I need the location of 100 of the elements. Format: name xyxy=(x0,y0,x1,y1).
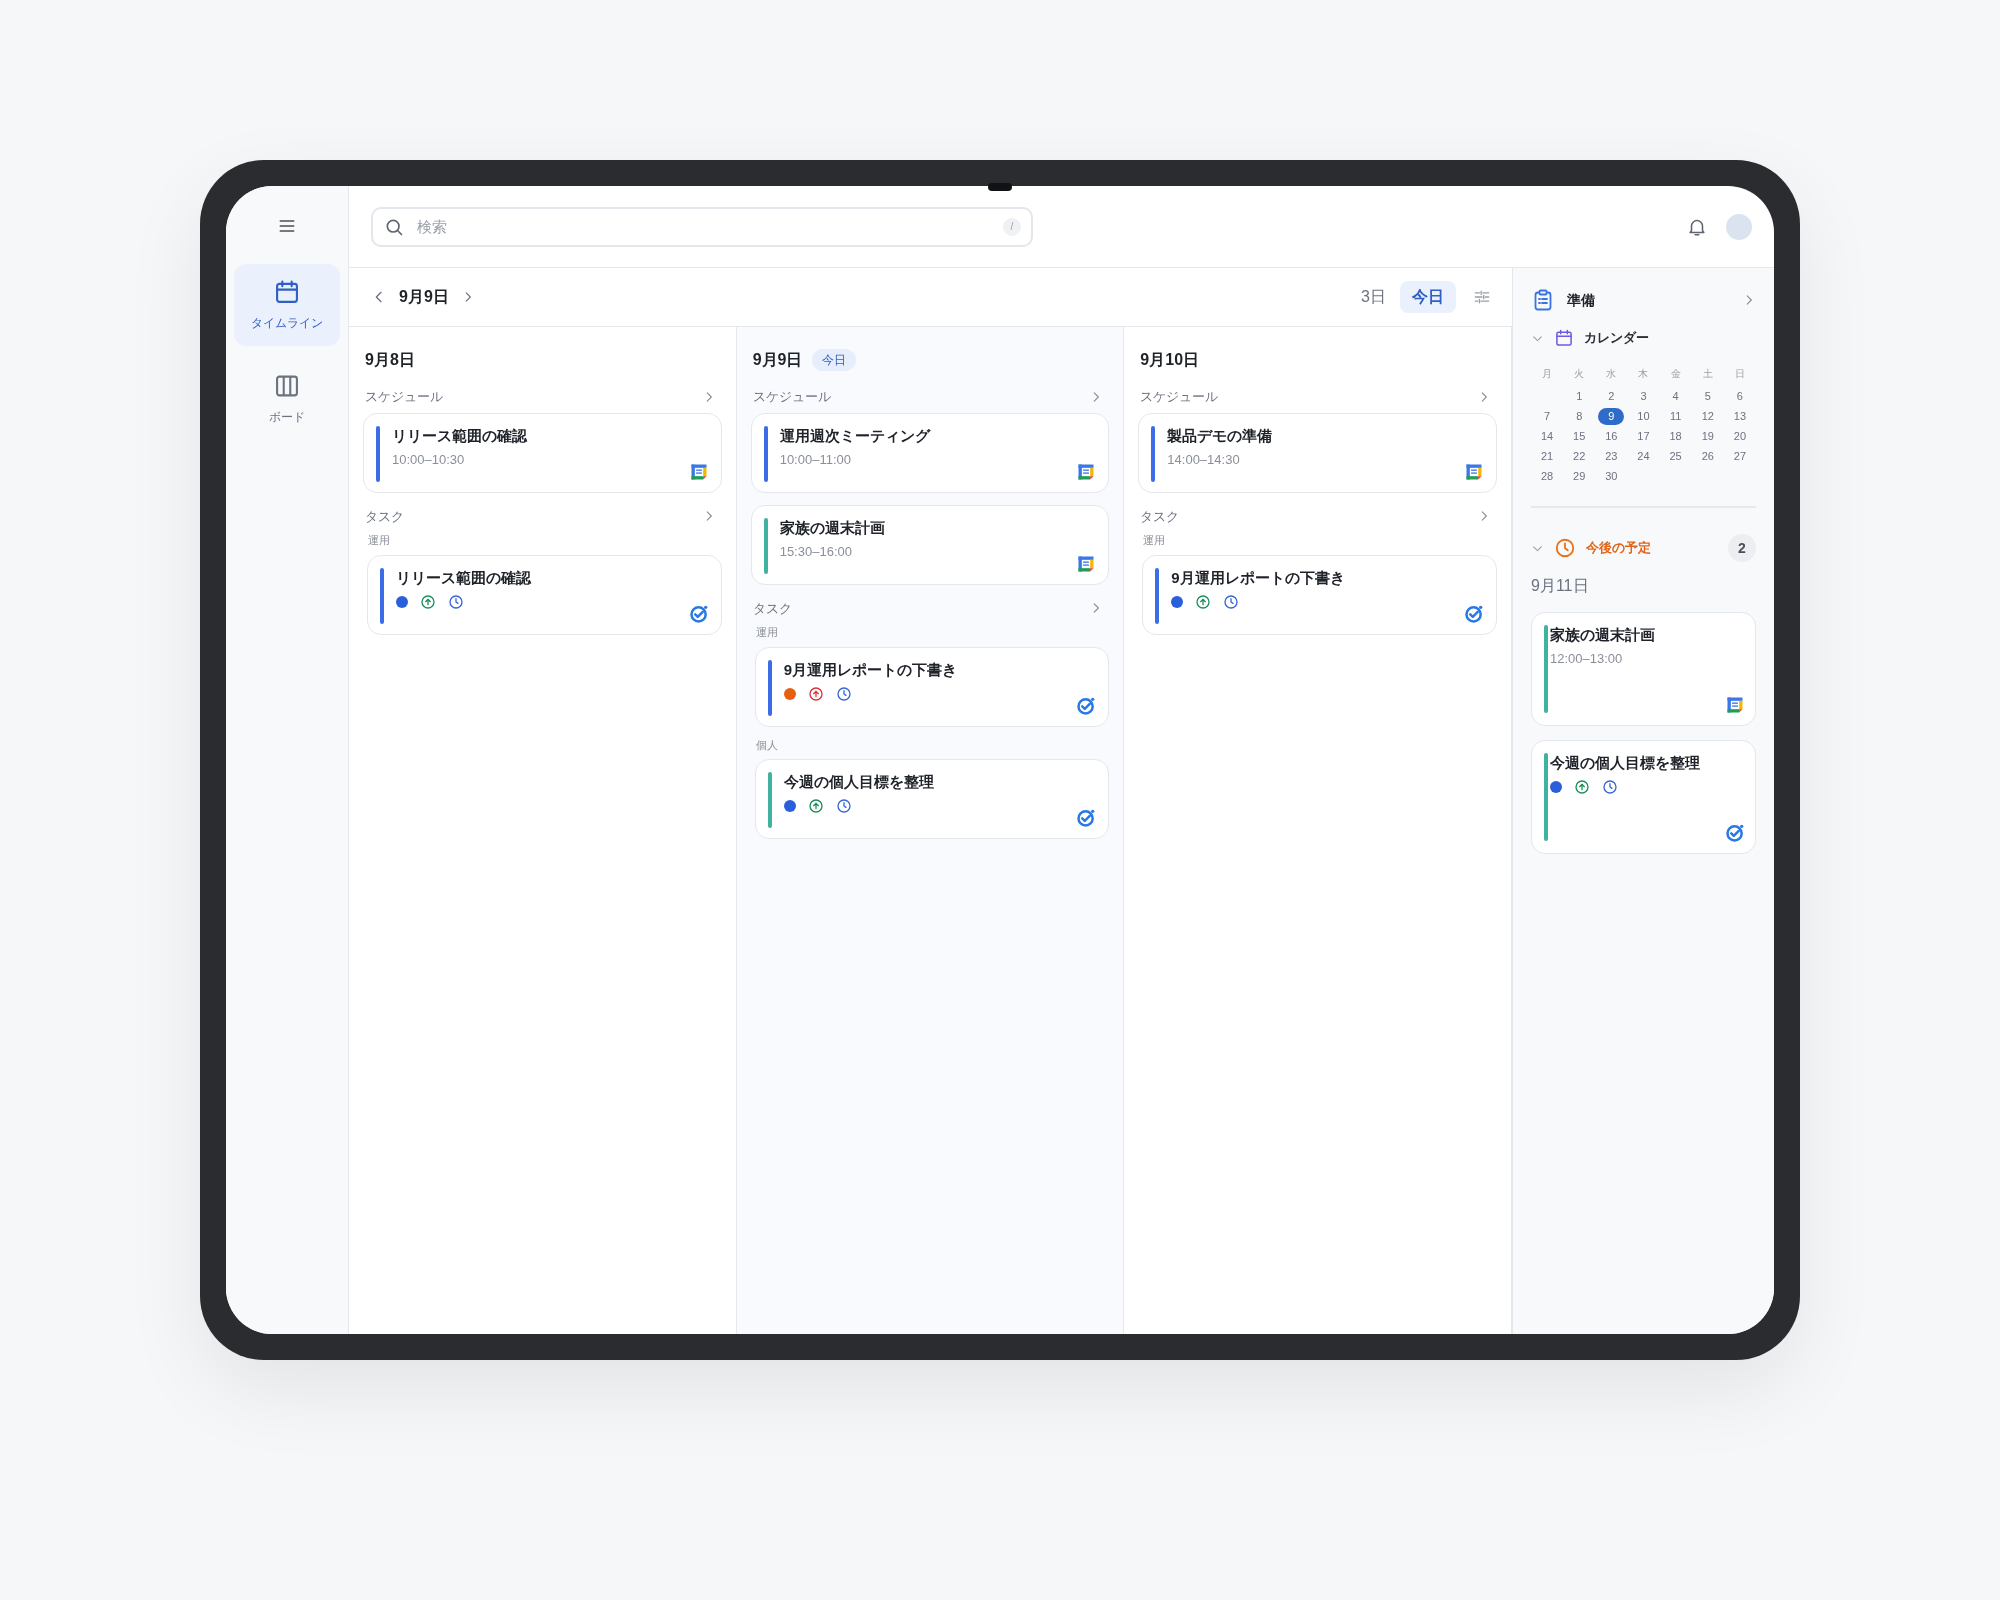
calendar-day[interactable]: 9 xyxy=(1598,407,1625,425)
time-range: 12:00–13:00 xyxy=(1550,650,1624,668)
calendar-day[interactable]: 11 xyxy=(1669,408,1682,424)
rail-item[interactable]: ボード xyxy=(234,358,340,440)
calendar-day[interactable]: 16 xyxy=(1605,428,1618,444)
card-title: 今週の個人目標を整理 xyxy=(783,772,935,792)
calendar-icon xyxy=(273,278,301,306)
calendar-day[interactable]: 4 xyxy=(1672,388,1679,404)
weekday-label: 火 xyxy=(1573,367,1586,381)
time-range: 10:00–10:30 xyxy=(392,450,466,469)
task-card[interactable]: 今週の個人目標を整理 xyxy=(1531,740,1756,854)
day-date: 9月10日 xyxy=(1140,350,1200,370)
section-title: 今後の予定 xyxy=(1586,539,1652,558)
calendar-day[interactable]: 2 xyxy=(1608,388,1615,404)
calendar-day[interactable]: 12 xyxy=(1701,408,1714,424)
section-label: タスク xyxy=(1140,507,1180,526)
calendar-day[interactable]: 26 xyxy=(1701,448,1714,464)
card-title: 9月運用レポートの下書き xyxy=(1171,567,1346,588)
event-card[interactable]: 家族の週末計画 15:30–16:00 xyxy=(750,504,1110,585)
check-circle-icon xyxy=(1076,808,1097,828)
calendar-day[interactable]: 28 xyxy=(1540,468,1554,484)
section-label: スケジュール xyxy=(365,388,443,406)
group-label: 運用 xyxy=(1142,533,1167,548)
calendar-day[interactable]: 5 xyxy=(1704,388,1711,404)
weekday-label: 月 xyxy=(1541,367,1554,381)
clock-icon xyxy=(835,685,852,702)
calendar-day[interactable]: 29 xyxy=(1573,468,1586,484)
calendar-day[interactable]: 20 xyxy=(1733,428,1747,444)
event-card[interactable]: 運用週次ミーティング 10:00–11:00 xyxy=(750,412,1110,493)
time-range: 15:30–16:00 xyxy=(779,542,853,561)
calendar-day[interactable]: 15 xyxy=(1573,428,1586,444)
calendar-day[interactable]: 13 xyxy=(1733,408,1747,424)
clock-icon xyxy=(1554,537,1576,559)
event-card[interactable]: リリース範囲の確認 10:00–10:30 xyxy=(363,412,722,493)
card-title: 運用週次ミーティング xyxy=(779,425,932,446)
task-card[interactable]: リリース範囲の確認 xyxy=(367,554,722,635)
weekday-label: 水 xyxy=(1605,367,1618,381)
card-title: リリース範囲の確認 xyxy=(392,425,528,446)
group-label: 運用 xyxy=(754,625,779,640)
card-title: 家族の週末計画 xyxy=(1550,625,1656,645)
calendar-day[interactable]: 24 xyxy=(1637,448,1650,464)
rail-item[interactable]: タイムライン xyxy=(234,264,340,346)
check-circle-icon xyxy=(1725,823,1745,843)
calendar-day[interactable]: 10 xyxy=(1637,408,1650,424)
time-range: 14:00–14:30 xyxy=(1167,450,1241,469)
card-title: 製品デモの準備 xyxy=(1167,425,1274,446)
section-label: タスク xyxy=(365,507,404,526)
clock-icon xyxy=(835,798,852,814)
task-card[interactable]: 9月運用レポートの下書き xyxy=(1142,554,1497,635)
section-label: スケジュール xyxy=(1140,388,1219,406)
calendar-day[interactable]: 27 xyxy=(1733,448,1747,464)
section-label: タスク xyxy=(752,599,792,618)
upcoming-date: 9月11日 xyxy=(1531,576,1590,596)
calendar-day[interactable]: 23 xyxy=(1605,448,1618,464)
calendar-day[interactable]: 8 xyxy=(1576,408,1583,424)
check-circle-icon xyxy=(1076,695,1097,716)
today-badge: 今日 xyxy=(812,349,857,371)
calendar-day[interactable]: 1 xyxy=(1576,388,1583,404)
calendar-day[interactable]: 25 xyxy=(1669,448,1682,464)
clock-icon xyxy=(1602,779,1618,795)
group-label: 運用 xyxy=(367,533,391,548)
panel-title: 準備 xyxy=(1567,290,1596,310)
section-label: スケジュール xyxy=(752,388,831,406)
weekday-label: 日 xyxy=(1733,367,1746,381)
calendar-day[interactable]: 30 xyxy=(1605,468,1618,484)
calendar-day[interactable]: 17 xyxy=(1637,428,1650,444)
card-title: 家族の週末計画 xyxy=(779,517,886,538)
day-date: 9月8日 xyxy=(365,350,415,370)
task-card[interactable]: 9月運用レポートの下書き xyxy=(754,646,1110,727)
calendar-day[interactable]: 14 xyxy=(1540,428,1554,444)
card-title: 今週の個人目標を整理 xyxy=(1550,753,1701,773)
calendar-day[interactable]: 3 xyxy=(1640,388,1647,404)
clock-icon xyxy=(448,593,464,610)
view-tab[interactable]: 今日 xyxy=(1400,281,1456,313)
group-label: 個人 xyxy=(754,737,779,753)
card-title: 9月運用レポートの下書き xyxy=(783,659,958,680)
calendar-day[interactable]: 18 xyxy=(1669,428,1682,444)
calendar-day[interactable]: 22 xyxy=(1573,448,1586,464)
event-card[interactable]: 家族の週末計画 12:00–13:00 xyxy=(1531,612,1756,726)
calendar-day[interactable]: 7 xyxy=(1544,408,1551,424)
time-range: 10:00–11:00 xyxy=(779,450,852,469)
camera xyxy=(988,183,1012,191)
card-title: リリース範囲の確認 xyxy=(396,567,532,588)
event-card[interactable]: 製品デモの準備 14:00–14:30 xyxy=(1138,412,1497,493)
weekday-label: 土 xyxy=(1701,367,1714,381)
google-calendar-icon xyxy=(1725,695,1745,715)
calendar-icon xyxy=(1554,328,1574,348)
section-title: カレンダー xyxy=(1584,329,1649,348)
check-circle-icon xyxy=(1464,603,1484,624)
calendar-day[interactable]: 21 xyxy=(1540,448,1554,464)
task-card[interactable]: 今週の個人目標を整理 xyxy=(754,759,1110,839)
clock-icon xyxy=(1223,593,1240,610)
current-date: 9月9日 xyxy=(399,287,449,307)
view-tab[interactable]: 3日 xyxy=(1349,281,1398,313)
calendar-day[interactable]: 19 xyxy=(1701,428,1714,444)
check-circle-icon xyxy=(688,603,709,624)
calendar-day[interactable]: 6 xyxy=(1736,388,1743,404)
count-badge: 2 xyxy=(1728,534,1756,562)
weekday-label: 金 xyxy=(1669,367,1682,381)
day-date: 9月9日 xyxy=(752,350,803,370)
